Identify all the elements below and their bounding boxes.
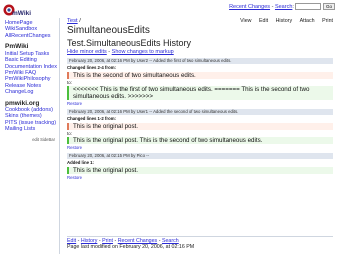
hide-minor-edits-link[interactable]: Hide minor edits xyxy=(67,49,107,55)
search-input[interactable] xyxy=(295,3,322,10)
sidebar-item-changelog[interactable]: ChangeLog xyxy=(5,89,59,95)
show-changes-markup-link[interactable]: Show changes to markup xyxy=(112,49,174,55)
breadcrumb: Test / xyxy=(67,18,333,24)
change-label: Added line 1: xyxy=(67,160,94,165)
recent-changes-link[interactable]: Recent Changes xyxy=(229,4,270,10)
change-label: Changed lines 2-4 from: xyxy=(67,65,116,70)
svg-text:mWiki: mWiki xyxy=(12,10,31,17)
diff-added-line: This is the original post. xyxy=(67,166,333,174)
breadcrumb-separator: / xyxy=(77,18,81,24)
history-entry: February 20, 2006, at 02:16 PM by User1 … xyxy=(67,109,333,151)
restore-link[interactable]: Restore xyxy=(67,175,333,181)
separator: - xyxy=(271,3,274,10)
change-to-label: to: xyxy=(67,79,72,85)
diff-deleted-line: This is the original post. xyxy=(67,122,333,130)
diff-added-line: This is the original post. This is the s… xyxy=(67,137,333,144)
sidebar-heading-pmwiki-org[interactable]: pmwiki.org xyxy=(5,100,59,108)
change-to-label: to: xyxy=(67,130,72,136)
entry-header: February 20, 2006, at 02:16 PM by User1 … xyxy=(67,109,333,115)
history-toggle-links: Hide minor edits - Show changes to marku… xyxy=(67,49,333,56)
diff-deleted-line: This is the second of two simultaneous e… xyxy=(67,71,333,79)
go-button[interactable]: Go xyxy=(322,3,335,10)
footer: Edit - History - Print - Recent Changes … xyxy=(67,236,333,251)
footer-print-link[interactable]: Print xyxy=(102,238,113,244)
separator: : xyxy=(292,3,294,10)
sidebar-item-documentation-index[interactable]: Documentation Index xyxy=(5,64,59,70)
entry-header: February 20, 2006, at 02:15 PM by Pico -… xyxy=(67,153,333,159)
footer-recent-changes-link[interactable]: Recent Changes xyxy=(118,238,157,244)
restore-link[interactable]: Restore xyxy=(67,145,333,151)
sidebar: HomePage WikiSandbox AllRecentChanges Pm… xyxy=(0,18,60,254)
history-entry: February 20, 2006, at 02:16 PM by User2 … xyxy=(67,58,333,107)
restore-link[interactable]: Restore xyxy=(67,101,333,107)
change-label: Changed lines 1-2 from: xyxy=(67,116,116,121)
main-content: Test / SimultaneousEdits Test.Simultaneo… xyxy=(67,18,333,181)
footer-history-link[interactable]: History xyxy=(81,238,97,244)
history-title: Test.SimultaneousEdits History xyxy=(67,38,192,48)
diff-added-line: <<<<<<< This is the first of two simulta… xyxy=(67,86,333,100)
sidebar-item-pmwiki-philosophy[interactable]: PmWikiPhilosophy xyxy=(5,76,59,82)
history-entry: February 20, 2006, at 02:15 PM by Pico -… xyxy=(67,153,333,181)
sidebar-heading-pmwiki[interactable]: PmWiki xyxy=(5,43,59,51)
page-title: SimultaneousEdits xyxy=(67,25,150,36)
edit-sidebar-link[interactable]: edit SideBar xyxy=(5,137,59,142)
breadcrumb-group-link[interactable]: Test xyxy=(67,18,78,24)
sidebar-item-allrecentchanges[interactable]: AllRecentChanges xyxy=(5,33,59,39)
sidebar-item-mailing-lists[interactable]: Mailing Lists xyxy=(5,126,59,132)
top-search-bar: Recent Changes - Search: Go xyxy=(229,3,335,10)
footer-edit-link[interactable]: Edit xyxy=(67,238,76,244)
footer-search-link[interactable]: Search xyxy=(162,238,179,244)
pmwiki-logo-icon: mWiki xyxy=(3,4,31,17)
entry-header: February 20, 2006, at 02:16 PM by User2 … xyxy=(67,58,333,64)
last-modified-text: Page last modified on February 20, 2006,… xyxy=(67,244,195,251)
pmwiki-logo[interactable]: mWiki xyxy=(3,2,35,19)
search-link[interactable]: Search xyxy=(275,4,292,10)
